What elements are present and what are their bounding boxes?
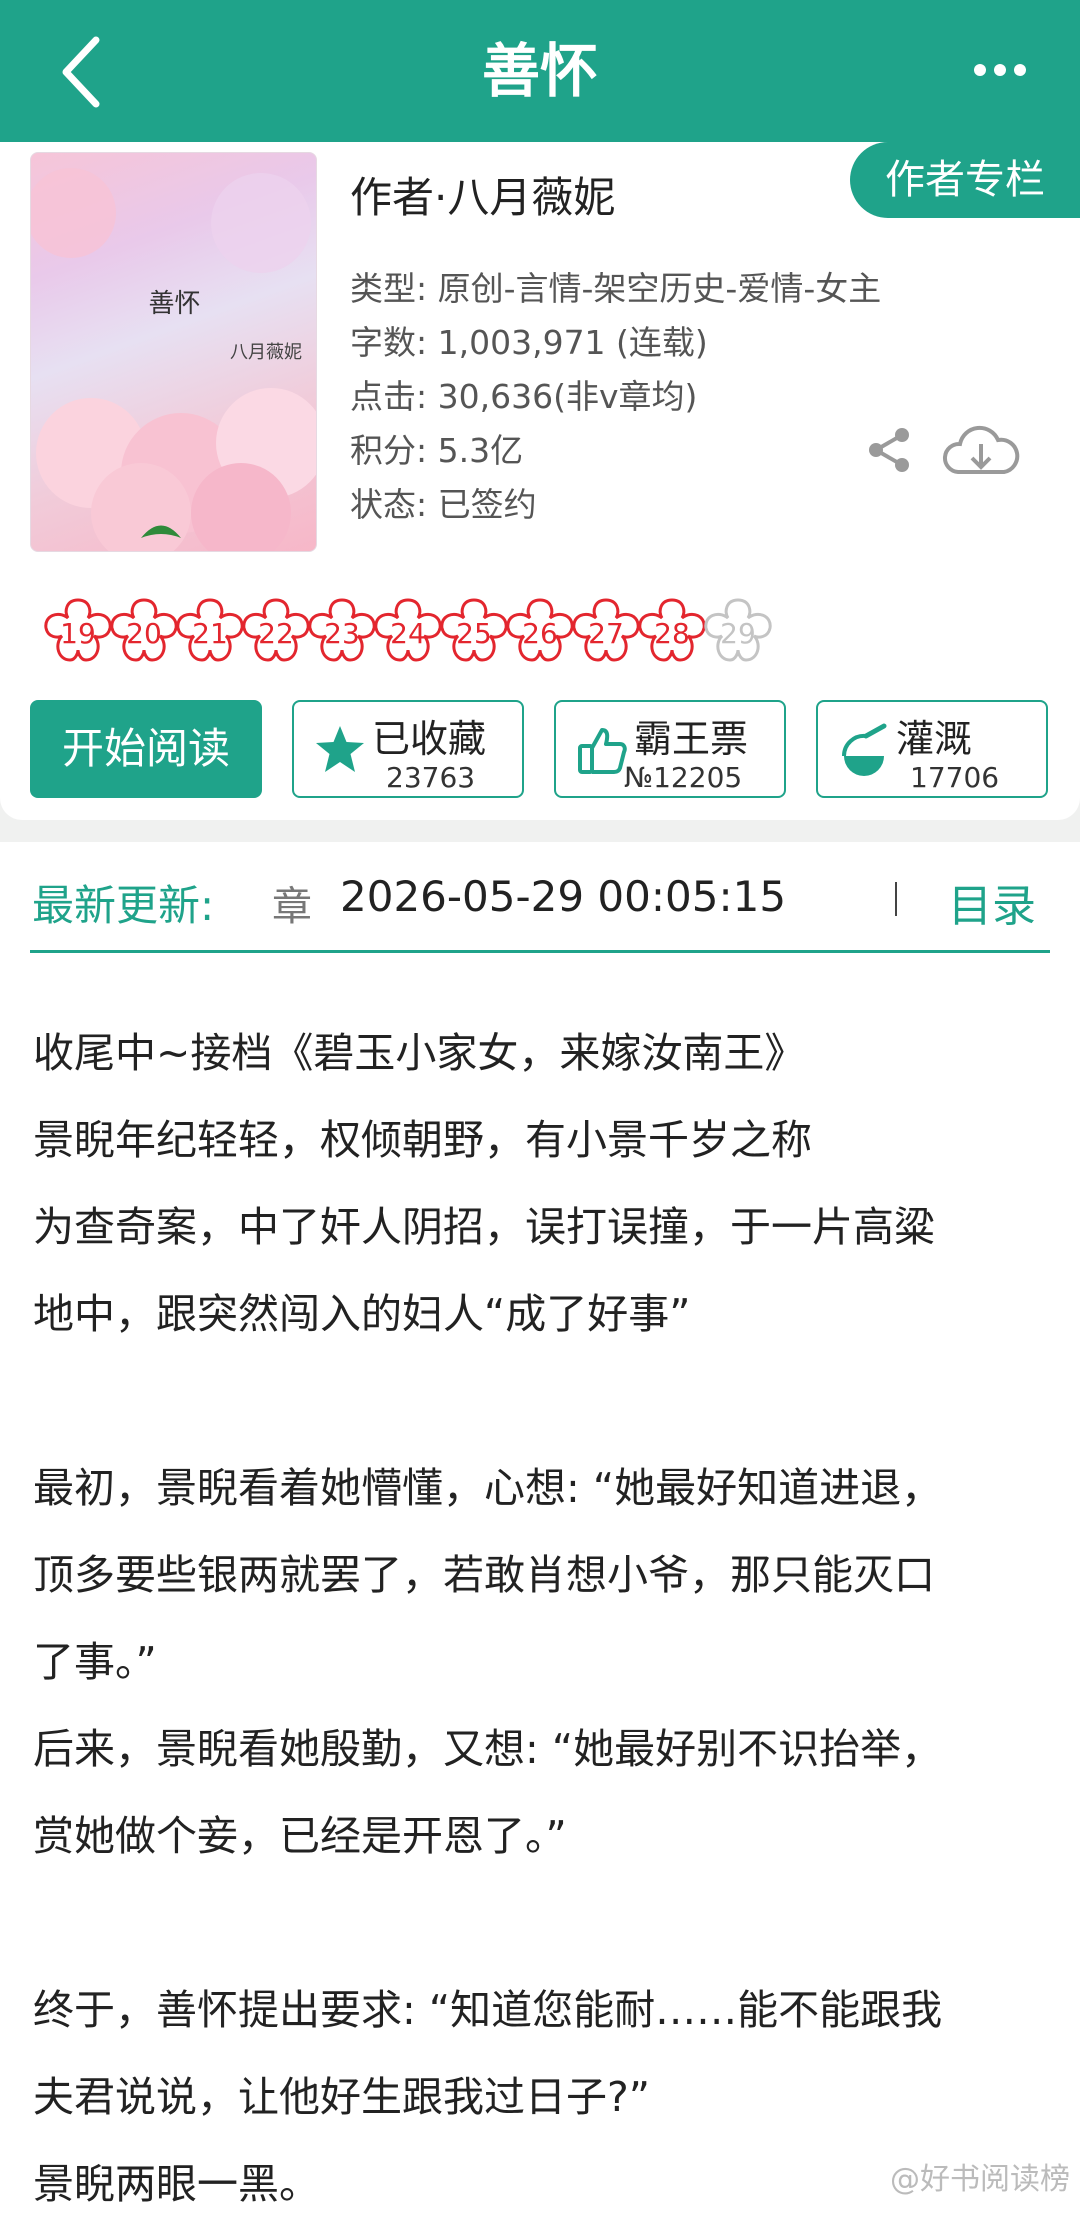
latest-chapter[interactable]: 章 — [272, 874, 312, 932]
ticket-button[interactable]: 霸王票 №12205 — [554, 700, 786, 798]
app-header: 善怀 — [0, 0, 1080, 142]
rating-flower-icon[interactable]: 29 — [698, 594, 778, 674]
water-button[interactable]: 灌溉 17706 — [816, 700, 1048, 798]
rating-number: 29 — [698, 594, 778, 674]
summary-line: 夫君说说，让他好生跟我过日子?” — [33, 2054, 1053, 2141]
summary-line: 终于，善怀提出要求: “知道您能耐……能不能跟我 — [33, 1967, 1053, 2054]
summary-line: 最初，景睨看着她懵懂，心想: “她最好知道进退， — [33, 1445, 1053, 1532]
summary-line: 了事。” — [33, 1619, 1053, 1706]
latest-update-time: 2026-05-29 00:05:15 — [340, 872, 786, 921]
ticket-count: №12205 — [624, 761, 784, 794]
author-name[interactable]: 作者·八月薇妮 — [350, 164, 615, 225]
book-cover[interactable]: 善怀 八月薇妮 — [30, 152, 317, 552]
water-count: 17706 — [910, 761, 1070, 794]
page-title: 善怀 — [0, 0, 1080, 142]
summary-line: 赏她做个妾，已经是开恩了。” — [33, 1793, 1053, 1880]
water-label: 灌溉 — [896, 708, 972, 763]
favorite-button[interactable]: 已收藏 23763 — [292, 700, 524, 798]
summary-line: 收尾中~接档《碧玉小家女，来嫁汝南王》 — [33, 1010, 1053, 1097]
summary-line — [33, 1880, 1053, 1967]
book-type: 类型: 原创-言情-架空历史-爱情-女主 — [350, 262, 881, 310]
download-cloud-icon[interactable] — [940, 420, 1022, 482]
book-status: 状态: 已签约 — [350, 478, 537, 526]
latest-update-bar[interactable]: 最新更新: 章 2026-05-29 00:05:15 目录 — [0, 842, 1080, 982]
start-reading-button[interactable]: 开始阅读 — [30, 700, 262, 798]
summary-line: 地中，跟突然闯入的妇人“成了好事” — [33, 1271, 1053, 1358]
share-icon[interactable] — [864, 425, 914, 475]
book-info-card: 善怀 八月薇妮 作者·八月薇妮 作者专栏 类型: 原创-言情-架空历史-爱情-女… — [0, 142, 1080, 820]
ticket-label: 霸王票 — [634, 708, 748, 763]
summary-line: 为查奇案，中了奸人阴招，误打误撞，于一片高粱 — [33, 1184, 1053, 1271]
latest-update-label: 最新更新: — [32, 872, 214, 933]
book-points: 积分: 5.3亿 — [350, 424, 523, 472]
rating-flowers: 19 20 21 22 23 24 25 26 — [38, 594, 1058, 674]
book-word-count: 字数: 1,003,971 (连载) — [350, 316, 708, 364]
summary-line: 景睨年纪轻轻，权倾朝野，有小景千岁之称 — [33, 1097, 1053, 1184]
cover-title: 善怀 — [31, 283, 317, 320]
book-clicks: 点击: 30,636(非v章均) — [350, 370, 697, 418]
star-icon — [312, 722, 368, 778]
underline-divider — [30, 950, 1050, 953]
favorite-count: 23763 — [386, 761, 546, 794]
book-summary: 收尾中~接档《碧玉小家女，来嫁汝南王》 景睨年纪轻轻，权倾朝野，有小景千岁之称 … — [33, 1010, 1053, 2228]
summary-line: 后来，景睨看她殷勤，又想: “她最好别不识抬举， — [33, 1706, 1053, 1793]
watermark: @好书阅读榜 — [890, 2154, 1070, 2198]
favorite-label: 已收藏 — [372, 708, 486, 763]
table-of-contents-link[interactable]: 目录 — [948, 870, 1036, 934]
flask-icon — [836, 722, 892, 778]
more-options-icon[interactable] — [972, 48, 1028, 92]
summary-line: 顶多要些银两就罢了，若敢肖想小爷，那只能灭口 — [33, 1532, 1053, 1619]
divider — [895, 882, 897, 916]
summary-line — [33, 1358, 1053, 1445]
thumbs-up-icon — [574, 722, 630, 778]
author-column-button[interactable]: 作者专栏 — [850, 142, 1080, 218]
cover-author: 八月薇妮 — [230, 338, 302, 364]
